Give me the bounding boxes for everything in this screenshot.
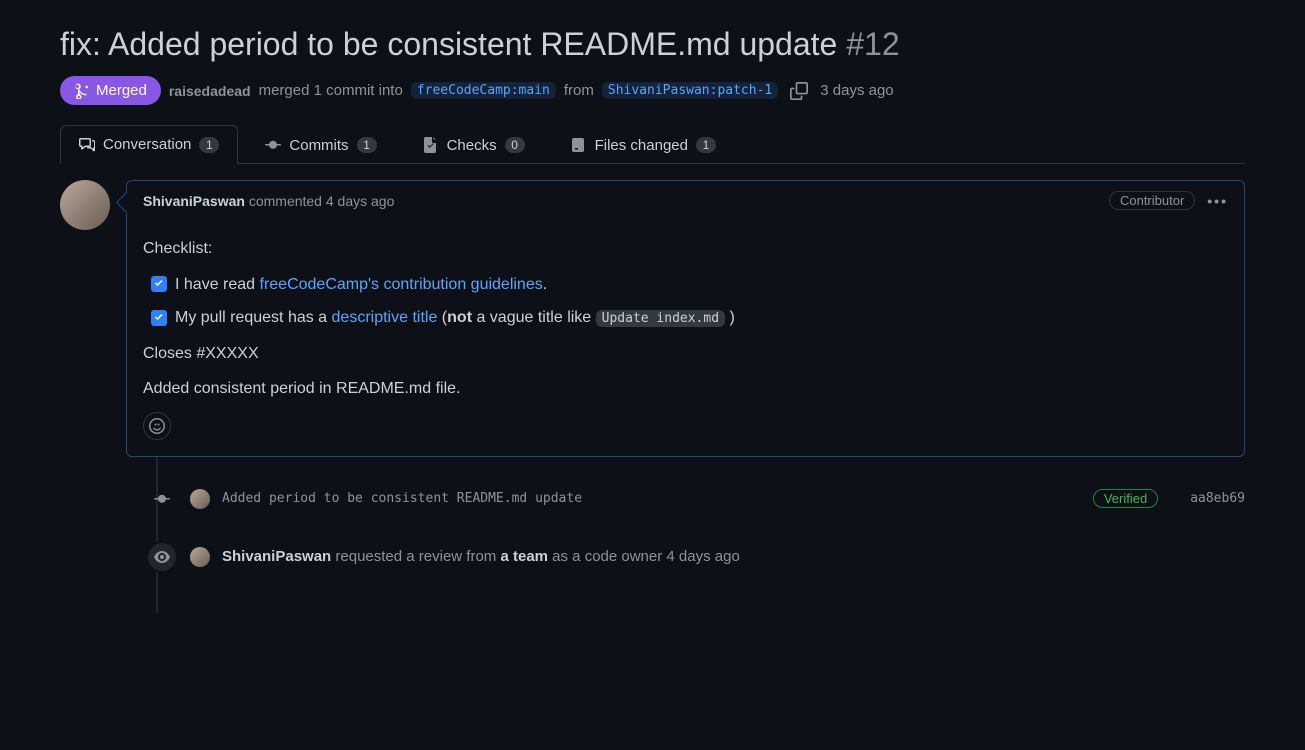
- smiley-icon: [149, 418, 165, 434]
- eye-icon: [154, 549, 170, 565]
- event-text1: requested a review from: [335, 548, 496, 565]
- event-badge: [146, 541, 178, 573]
- tab-checks-count: 0: [505, 137, 525, 153]
- comment-action: commented: [249, 193, 322, 209]
- item2-mid2: a vague title like: [472, 309, 596, 326]
- avatar[interactable]: [190, 489, 210, 509]
- merged-time: 3 days ago: [820, 82, 893, 99]
- item2-code: Update index.md: [596, 310, 725, 327]
- item2-bold: not: [447, 309, 472, 326]
- tab-checks[interactable]: Checks 0: [404, 125, 544, 164]
- pr-number: #12: [846, 26, 899, 62]
- state-label: Merged: [96, 82, 147, 99]
- pr-title: fix: Added period to be consistent READM…: [60, 26, 837, 62]
- conversation-icon: [79, 137, 95, 153]
- tab-conversation-label: Conversation: [103, 136, 191, 153]
- commit-icon: [154, 491, 170, 507]
- contribution-guidelines-link[interactable]: freeCodeCamp's contribution guidelines: [260, 276, 543, 293]
- tab-commits[interactable]: Commits 1: [246, 125, 395, 164]
- head-branch[interactable]: ShivaniPaswan:patch-1: [602, 82, 778, 99]
- closes-line: Closes #XXXXX: [143, 341, 1228, 367]
- pr-tabs: Conversation 1 Commits 1 Checks 0 Files …: [60, 125, 1245, 164]
- review-request-event: ShivaniPaswan requested a review from a …: [146, 525, 1245, 573]
- body-line: Added consistent period in README.md fil…: [143, 376, 1228, 402]
- tab-commits-count: 1: [357, 137, 377, 153]
- event-team: a team: [500, 548, 548, 565]
- state-badge-merged: Merged: [60, 76, 161, 105]
- merge-icon: [74, 83, 90, 99]
- comment-block: ShivaniPaswan commented 4 days ago Contr…: [60, 180, 1245, 457]
- checkbox-checked-icon[interactable]: [151, 276, 167, 292]
- tab-files-count: 1: [696, 137, 716, 153]
- merge-verb: merged 1 commit into: [259, 82, 403, 99]
- comment-menu-button[interactable]: •••: [1207, 193, 1228, 209]
- avatar[interactable]: [190, 547, 210, 567]
- item1-prefix: I have read: [175, 276, 260, 293]
- checklist-heading: Checklist:: [143, 236, 1228, 262]
- tab-conversation-count: 1: [199, 137, 219, 153]
- tab-files[interactable]: Files changed 1: [552, 125, 735, 164]
- event-text2: as a code owner: [552, 548, 662, 565]
- descriptive-title-link[interactable]: descriptive title: [332, 309, 438, 326]
- event-time[interactable]: 4 days ago: [666, 548, 739, 565]
- event-author[interactable]: ShivaniPaswan: [222, 548, 331, 565]
- item2-mid1: (: [437, 309, 447, 326]
- from-word: from: [564, 82, 594, 99]
- base-branch[interactable]: freeCodeCamp:main: [411, 82, 556, 99]
- checklist-item-2: My pull request has a descriptive title …: [151, 305, 1228, 331]
- tab-files-label: Files changed: [595, 137, 688, 154]
- verified-badge[interactable]: Verified: [1093, 489, 1158, 508]
- pr-title-row: fix: Added period to be consistent READM…: [60, 24, 1245, 64]
- tab-commits-label: Commits: [289, 137, 348, 154]
- commit-badge: [146, 483, 178, 515]
- commit-event-row: Added period to be consistent README.md …: [146, 473, 1245, 525]
- merged-by-user[interactable]: raisedadead: [169, 83, 251, 99]
- comment-author[interactable]: ShivaniPaswan: [143, 193, 245, 209]
- commit-message[interactable]: Added period to be consistent README.md …: [222, 491, 1081, 506]
- comment-time[interactable]: 4 days ago: [326, 193, 395, 209]
- checks-icon: [423, 137, 439, 153]
- add-reaction-button[interactable]: [143, 412, 171, 440]
- checkbox-checked-icon[interactable]: [151, 310, 167, 326]
- item1-suffix: .: [543, 276, 547, 293]
- item2-suffix: ): [725, 309, 735, 326]
- avatar[interactable]: [60, 180, 110, 230]
- pr-meta-row: Merged raisedadead merged 1 commit into …: [60, 76, 1245, 105]
- role-badge: Contributor: [1109, 191, 1195, 210]
- commits-icon: [265, 137, 281, 153]
- copy-icon: [790, 82, 808, 100]
- item2-prefix: My pull request has a: [175, 309, 332, 326]
- tab-checks-label: Checks: [447, 137, 497, 154]
- copy-branch-button[interactable]: [786, 78, 812, 104]
- checklist-item-1: I have read freeCodeCamp's contribution …: [151, 272, 1228, 298]
- commit-hash[interactable]: aa8eb69: [1190, 491, 1245, 506]
- files-icon: [571, 137, 587, 153]
- tab-conversation[interactable]: Conversation 1: [60, 125, 238, 164]
